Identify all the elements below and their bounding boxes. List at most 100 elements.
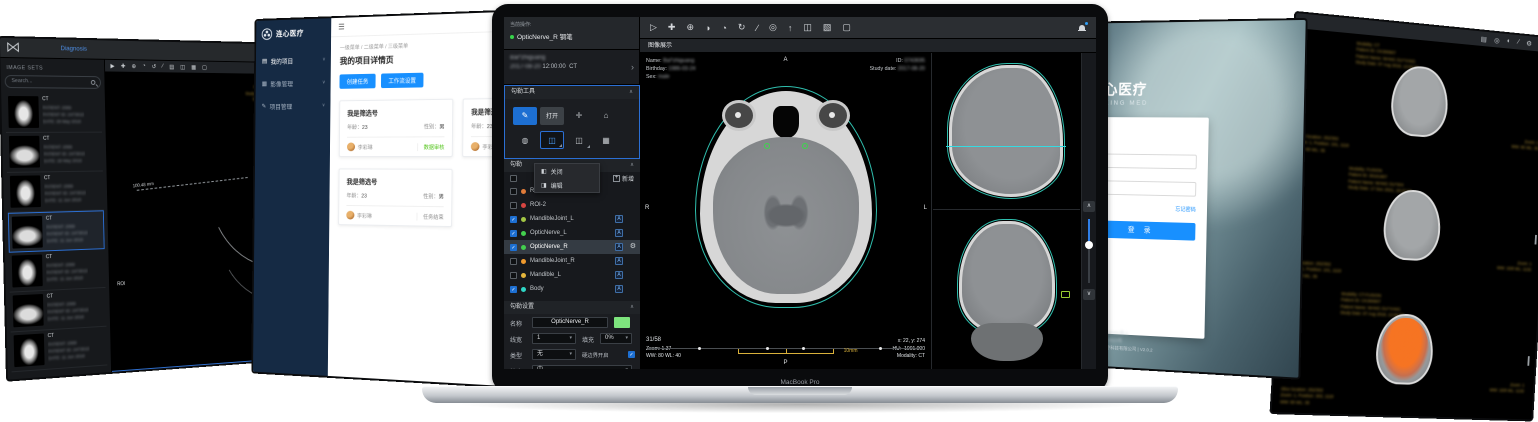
auto-badge[interactable]: A (615, 271, 623, 279)
transform-tool[interactable]: ✛ (567, 107, 591, 125)
axial-viewport[interactable]: Name: Bai*zhiguang Birthday: 1986-03-24 … (640, 53, 932, 369)
series-card-selected[interactable]: CTPATIENT: 2069PATIENT ID: 2473010DATE: … (8, 210, 105, 252)
notification-bell-icon[interactable] (1078, 24, 1086, 32)
rotate-icon[interactable]: ↻ (738, 22, 746, 33)
collapse-icon[interactable]: ∧ (630, 301, 634, 314)
angle-icon[interactable]: ◔ (721, 23, 726, 33)
auto-badge[interactable]: A (615, 285, 623, 293)
roi-row[interactable]: ✓BodyA (504, 282, 640, 296)
series-card[interactable]: CTPATIENT: 2069PATIENT ID: 2473010DATE: … (9, 249, 106, 293)
gear-icon[interactable]: ⚙ (630, 242, 636, 250)
zoom-icon[interactable]: ⊕ (132, 63, 137, 70)
roi-checkbox[interactable]: ✓ (510, 286, 517, 293)
slider-knob[interactable] (1085, 241, 1093, 249)
window-level-icon[interactable]: ◔ (142, 63, 145, 69)
browser-app-tab[interactable]: Diagnosis (61, 45, 87, 52)
series-card[interactable]: CTPATIENT: 2069PATIENT ID: 2473010DATE: … (11, 327, 108, 373)
grid-icon[interactable]: ▦ (191, 64, 196, 71)
ruler-icon[interactable]: ∕ (1518, 39, 1519, 46)
measure-icon[interactable]: ∕ (162, 64, 163, 70)
type-select[interactable]: 无▾ (532, 349, 576, 360)
roi-row[interactable]: ✓ROI-2A (504, 198, 640, 212)
invert-icon[interactable]: ▧ (823, 22, 832, 33)
sidebar-item-my-projects[interactable]: ▤ 我的项目 ∨ (256, 48, 331, 73)
series-card[interactable]: CTPATIENT: 2069PATIENT ID: 2473010DATE: … (7, 171, 104, 212)
fullscreen-icon[interactable]: ▢ (842, 22, 851, 33)
search-input[interactable]: Search... (5, 75, 101, 89)
menu-item-edit[interactable]: ◨编辑 (535, 178, 599, 192)
name-field[interactable]: OpticNerve_R (532, 317, 608, 328)
roi-checkbox[interactable]: ✓ (510, 188, 517, 195)
roi-row[interactable]: ✓MandibleJoint_LA (504, 212, 640, 226)
zoom-icon[interactable]: ⊕ (686, 22, 694, 33)
contrast-icon[interactable]: ◑ (705, 23, 710, 33)
roi-checkbox[interactable]: ✓ (510, 244, 517, 251)
patient-card[interactable]: 我是筛选号 年龄：23性别：男 李彩琳任务结束 (338, 168, 452, 227)
split-view-icon[interactable]: ◫ (180, 64, 185, 71)
auto-badge[interactable]: A (615, 243, 623, 251)
image-display-tab[interactable]: 图像展示 (640, 39, 1096, 53)
fill-select[interactable]: 0%▾ (600, 333, 632, 344)
workflow-settings-button[interactable]: 工作流设置 (381, 73, 424, 88)
hamburger-icon[interactable]: ☰ (338, 22, 344, 31)
open-tool-tooltip[interactable]: 打开 (540, 107, 564, 125)
cursor-icon[interactable]: ▶ (110, 62, 114, 69)
select-all-checkbox[interactable]: ✓ (510, 175, 517, 182)
eraser-tool[interactable]: ⌂ (594, 107, 618, 125)
fusion-cell-ct[interactable]: Modality: CTPatient ID: CK300907Patient … (1287, 29, 1538, 174)
ruler-icon[interactable]: ∕ (756, 23, 758, 33)
rotate-icon[interactable]: ↺ (152, 63, 157, 70)
scroll-up-button[interactable]: ∧ (1083, 201, 1095, 212)
precision-select[interactable]: 中▾ (532, 365, 632, 369)
pan-icon[interactable]: ✚ (121, 62, 126, 69)
fusion-cell-overlay[interactable]: Modality: CT-FUSIONPatient ID: CK300907P… (1272, 282, 1538, 417)
pencil-tool[interactable]: ✎ (513, 107, 537, 125)
series-card[interactable]: CTPATIENT: 2069PATIENT ID: 2473010DATE: … (6, 133, 103, 173)
color-swatch[interactable] (614, 317, 630, 328)
sidebar-item-image-management[interactable]: ▦ 影像管理 ∨ (256, 71, 331, 95)
roi-row[interactable]: ✓Mandible_LA (504, 268, 640, 282)
chevron-right-icon[interactable]: › (631, 62, 634, 72)
layout-icon[interactable]: ▤ (1481, 35, 1488, 43)
roi-checkbox[interactable]: ✓ (510, 216, 517, 223)
sagittal-viewport[interactable] (933, 53, 1080, 210)
coronal-viewport[interactable] (933, 211, 1080, 369)
gear-icon[interactable]: ⚙ (1526, 39, 1532, 47)
circle-roi-icon[interactable]: ◎ (1494, 36, 1500, 44)
menu-item-close[interactable]: ◧关闭 (535, 164, 599, 178)
layout-tool[interactable]: ◫ (567, 131, 591, 149)
patient-summary[interactable]: Bai*zhiguang 2017-08-20 12:00:00 CT › (504, 49, 639, 85)
add-contour-button[interactable]: +新增 (613, 174, 634, 183)
scroll-down-button[interactable]: ∨ (1083, 289, 1095, 300)
collapse-icon[interactable]: ∧ (630, 159, 634, 172)
split-panel-tool[interactable]: ◫ (540, 131, 564, 149)
pan-icon[interactable]: ✚ (668, 22, 676, 33)
hard-boundary-checkbox[interactable]: ✓ (628, 351, 635, 358)
collapse-icon[interactable]: ∧ (629, 86, 633, 99)
series-card[interactable]: CTPATIENT: 2069PATIENT ID: 2473010DATE: … (5, 93, 102, 133)
upload-icon[interactable]: ↑ (788, 23, 793, 33)
fusion-cell-mr[interactable]: Modality: FUSIONPatient ID: 30191907Pati… (1280, 155, 1538, 295)
circle-roi-icon[interactable]: ◎ (769, 22, 777, 33)
roi-row-selected[interactable]: ✓OpticNerve_RA⚙ (504, 240, 640, 254)
pointer-icon[interactable]: ▷ (650, 22, 657, 33)
slider-track[interactable] (1088, 219, 1090, 283)
roi-row[interactable]: ✓OpticNerve_LA (504, 226, 640, 240)
contrast-icon[interactable]: ◐ (1507, 38, 1511, 45)
roi-checkbox[interactable]: ✓ (510, 230, 517, 237)
interpolate-tool[interactable]: ◍ (513, 131, 537, 149)
split-layout-icon[interactable]: ◫ (803, 22, 812, 33)
layout-icon[interactable]: ▤ (169, 63, 174, 70)
sidebar-item-project-management[interactable]: ✎ 项目管理 ∨ (255, 94, 330, 118)
patient-card[interactable]: 我是筛选号 年龄：23性别：男 李彩琳数据审核 (339, 99, 453, 157)
roi-checkbox[interactable]: ✓ (510, 202, 517, 209)
create-task-button[interactable]: 创建任务 (339, 74, 375, 89)
fullscreen-icon[interactable]: ▢ (202, 64, 207, 71)
auto-badge[interactable]: A (615, 229, 623, 237)
linewidth-select[interactable]: 1▾ (532, 333, 576, 344)
roi-row[interactable]: ✓MandibleJoint_RA (504, 254, 640, 268)
export-tool[interactable]: ▦ (594, 131, 618, 149)
roi-checkbox[interactable]: ✓ (510, 258, 517, 265)
roi-checkbox[interactable]: ✓ (510, 272, 517, 279)
auto-badge[interactable]: A (615, 215, 623, 223)
